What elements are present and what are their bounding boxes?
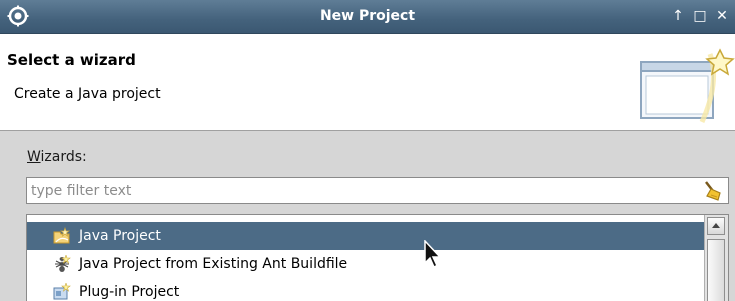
plugin-project-icon (53, 283, 71, 300)
maximize-up-button[interactable]: ↑ (668, 6, 688, 26)
close-button[interactable]: ✕ (712, 6, 732, 26)
clear-filter-broom-icon[interactable] (702, 180, 724, 202)
tree-item-label: Java Project from Existing Ant Buildfile (79, 256, 348, 272)
wizard-tree[interactable]: Java Project Java Project from Existing … (26, 214, 729, 301)
tree-item-label: Plug-in Project (79, 284, 180, 300)
tree-item-ant-buildfile[interactable]: Java Project from Existing Ant Buildfile (27, 250, 704, 278)
header-title: Select a wizard (7, 51, 136, 69)
java-project-icon (53, 227, 70, 244)
title-bar[interactable]: New Project ↑ □ ✕ (0, 0, 735, 34)
restore-button[interactable]: □ (690, 6, 710, 26)
header-description: Create a Java project (14, 86, 161, 102)
scroll-up-button[interactable] (707, 217, 725, 235)
window-title: New Project (319, 8, 416, 24)
tree-item-plugin-project[interactable]: Plug-in Project (27, 278, 704, 301)
wizard-header: Select a wizard Create a Java project (0, 34, 735, 131)
scroll-thumb[interactable] (707, 239, 725, 301)
new-wizard-banner-icon (640, 48, 735, 124)
tree-item-label: Java Project (79, 228, 161, 244)
ant-icon (55, 255, 71, 272)
tree-scrollbar[interactable] (704, 215, 728, 301)
filter-field[interactable] (26, 177, 729, 204)
filter-input[interactable] (31, 181, 671, 201)
mouse-pointer-icon (424, 240, 442, 269)
tree-item-java-project[interactable]: Java Project (27, 222, 704, 250)
wizards-label: Wizards: (27, 149, 87, 165)
